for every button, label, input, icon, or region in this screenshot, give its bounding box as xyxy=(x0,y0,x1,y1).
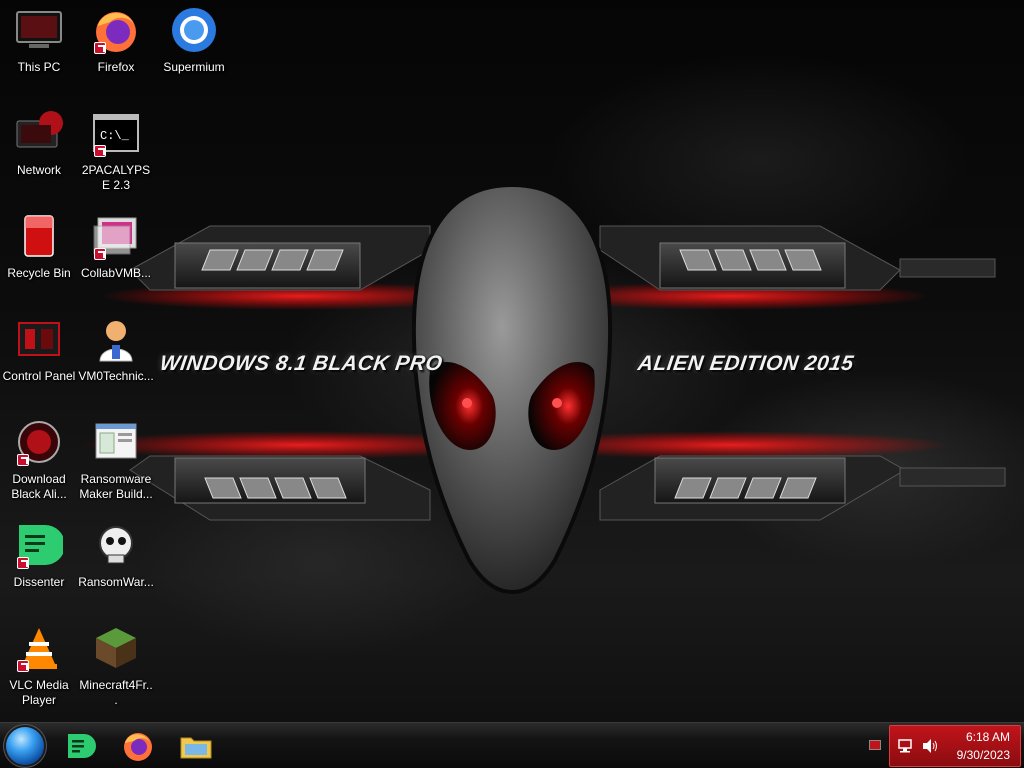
vlc-icon xyxy=(15,624,63,672)
tray-flag-icon[interactable] xyxy=(869,740,881,750)
dissenter-icon xyxy=(15,521,65,569)
shortcut-arrow-icon xyxy=(17,557,29,569)
desktop-icon-ransomwar[interactable]: RansomWar... xyxy=(78,515,154,611)
network-status-icon[interactable] xyxy=(898,738,914,754)
desktop-icon-label: 2PACALYPSE 2.3 xyxy=(81,163,151,192)
clock-time[interactable]: 6:18 AM xyxy=(966,730,1010,744)
skull-icon xyxy=(92,521,140,569)
desktop-icon-download-black-alien[interactable]: Download Black Ali... xyxy=(1,412,77,508)
desktop-icon-vlc[interactable]: VLC Media Player xyxy=(1,618,77,714)
computer-icon xyxy=(15,6,63,54)
firefox-icon xyxy=(124,733,152,761)
desktop-icon-network[interactable]: Network xyxy=(1,103,77,199)
folder-icon xyxy=(180,737,212,759)
wallpaper-left-text: WINDOWS 8.1 BLACK PRO xyxy=(158,352,445,375)
taskbar-app-firefox[interactable] xyxy=(118,727,158,765)
desktop: WINDOWS 8.1 BLACK PRO ALIEN EDITION 2015… xyxy=(0,0,1024,722)
desktop-icon-label: RansomWar... xyxy=(78,575,154,589)
taskbar-app-file-explorer[interactable] xyxy=(176,727,216,765)
desktop-icon-label: CollabVMB... xyxy=(80,266,152,280)
wallpaper-right-text: ALIEN EDITION 2015 xyxy=(636,352,856,375)
shortcut-arrow-icon xyxy=(94,248,106,260)
builder-window-icon xyxy=(92,418,140,466)
desktop-icon-supermium[interactable]: Supermium xyxy=(156,0,232,96)
desktop-icon-label: Firefox xyxy=(97,60,135,74)
minecraft-icon xyxy=(92,624,140,672)
dissenter-icon xyxy=(68,734,96,758)
technician-icon xyxy=(92,315,140,363)
desktop-icon-label: Recycle Bin xyxy=(7,266,71,280)
desktop-icon-label: VLC Media Player xyxy=(9,678,69,707)
recycle-bin-icon xyxy=(15,212,63,260)
desktop-icon-recycle-bin[interactable]: Recycle Bin xyxy=(1,206,77,302)
shortcut-arrow-icon xyxy=(17,454,29,466)
alien-download-icon xyxy=(15,418,63,466)
network-icon xyxy=(15,109,63,157)
desktop-icon-label: Download Black Ali... xyxy=(11,472,67,501)
desktop-icon-dissenter[interactable]: Dissenter xyxy=(1,515,77,611)
desktop-icon-label: This PC xyxy=(17,60,61,74)
shortcut-arrow-icon xyxy=(94,42,106,54)
desktop-icon-minecraft[interactable]: Minecraft4Fr... xyxy=(78,618,154,714)
system-tray: 6:18 AM 9/30/2023 xyxy=(889,725,1021,767)
desktop-icon-collabvm[interactable]: CollabVMB... xyxy=(78,206,154,302)
taskbar-app-dissenter[interactable] xyxy=(60,727,100,765)
shortcut-arrow-icon xyxy=(94,145,106,157)
supermium-icon xyxy=(170,6,218,54)
desktop-icon-label: Supermium xyxy=(163,60,225,74)
desktop-icon-vm0technician[interactable]: VM0Technic... xyxy=(78,309,154,405)
collabvm-icon xyxy=(92,212,140,260)
desktop-icon-label: Dissenter xyxy=(13,575,65,589)
desktop-icon-ransomware-maker[interactable]: Ransomware Maker Build... xyxy=(78,412,154,508)
start-button[interactable] xyxy=(6,727,44,765)
desktop-icon-label: Ransomware Maker Build... xyxy=(79,472,153,501)
shortcut-arrow-icon xyxy=(17,660,29,672)
clock-date[interactable]: 9/30/2023 xyxy=(957,748,1010,762)
desktop-icon-label: Network xyxy=(16,163,61,177)
svg-text:C:\_: C:\_ xyxy=(100,129,130,143)
control-panel-icon xyxy=(15,315,63,363)
firefox-icon xyxy=(92,6,140,54)
desktop-icon-label: Control Panel xyxy=(2,369,76,383)
volume-icon[interactable] xyxy=(922,738,938,754)
desktop-icon-this-pc[interactable]: This PC xyxy=(1,0,77,96)
desktop-icon-control-panel[interactable]: Control Panel xyxy=(1,309,77,405)
desktop-icon-label: VM0Technic... xyxy=(78,369,154,383)
desktop-icon-label: Minecraft4Fr... xyxy=(79,678,153,707)
taskbar: 6:18 AM 9/30/2023 xyxy=(0,722,1024,768)
terminal-icon: C:\_ xyxy=(92,109,140,157)
desktop-icon-2pacalypse[interactable]: C:\_ 2PACALYPSE 2.3 xyxy=(78,103,154,199)
desktop-icon-firefox[interactable]: Firefox xyxy=(78,0,154,96)
